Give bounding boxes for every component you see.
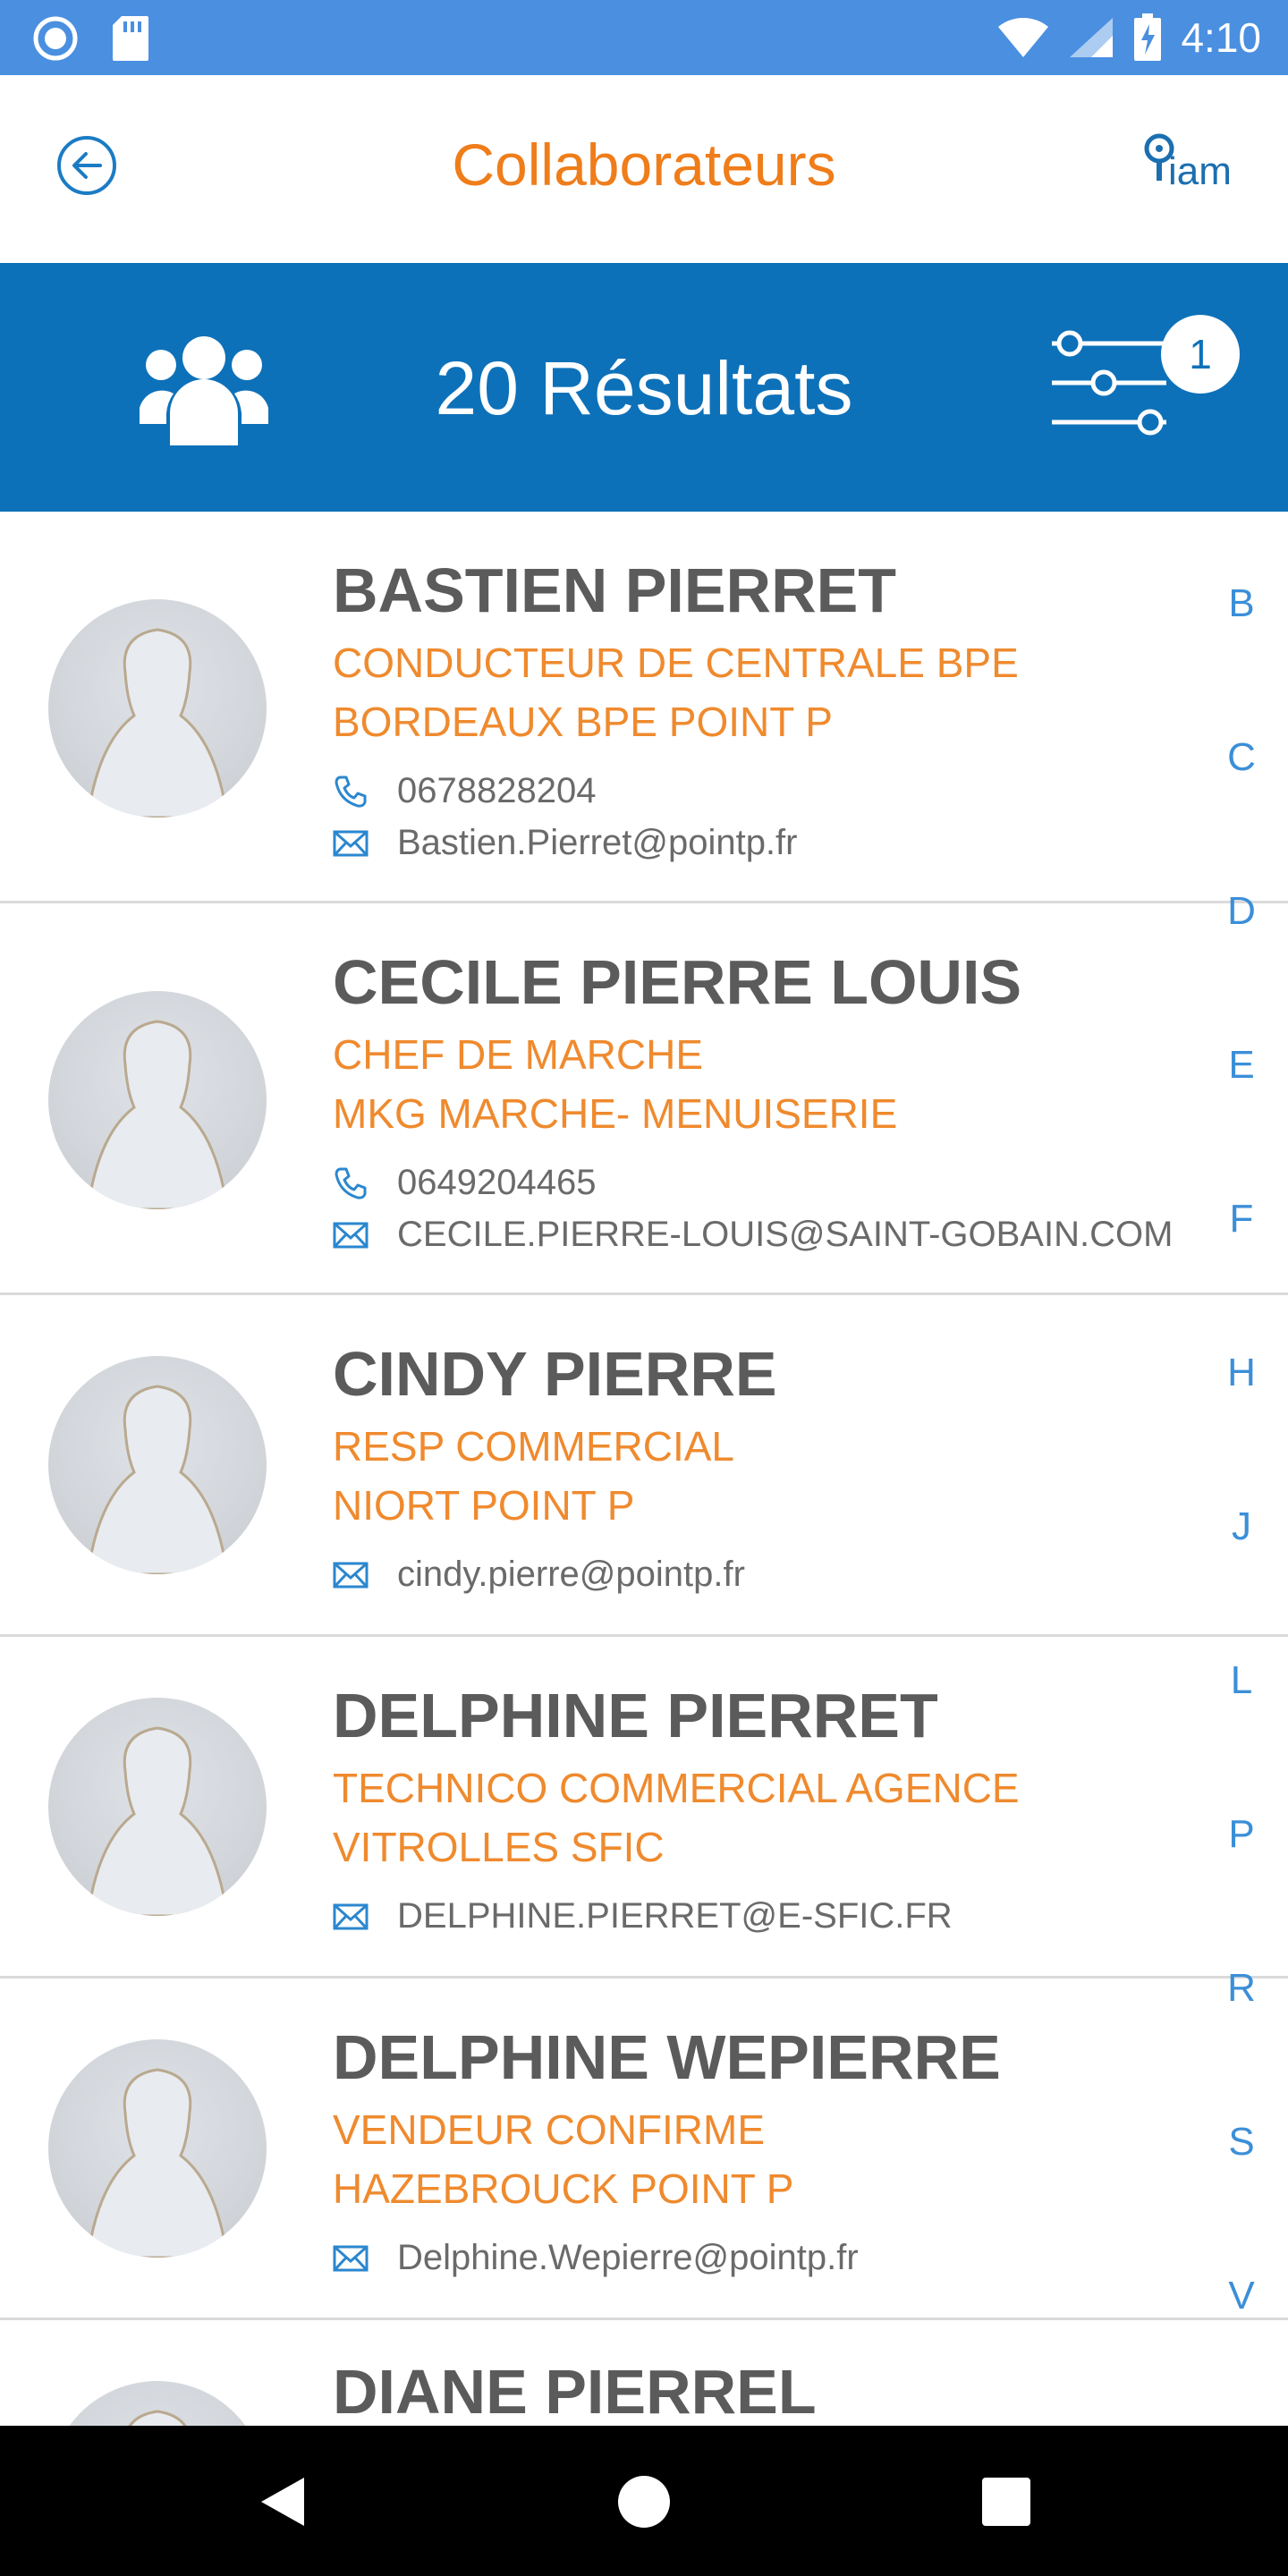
index-letter-r[interactable]: R (1208, 1966, 1275, 2011)
contact-department: MKG MARCHE- MENUISERIE (333, 1090, 898, 1137)
contact-name: CECILE PIERRE LOUIS (333, 947, 1022, 1017)
contact-role: VENDEUR CONFIRME (333, 2106, 766, 2153)
contact-role: CONDUCTEUR DE CENTRALE BPE (333, 640, 1019, 686)
mail-icon (333, 1222, 369, 1248)
index-letter-d[interactable]: D (1208, 889, 1275, 934)
system-nav-bar (0, 2426, 1288, 2576)
contact-phone[interactable]: 0649204465 (333, 1163, 596, 1203)
contact-role: TECHNICO COMMERCIAL AGENCE (333, 1765, 1020, 1811)
avatar (48, 2381, 267, 2426)
email-address: Delphine.Wepierre@pointp.fr (397, 2238, 859, 2277)
contact-email[interactable]: DELPHINE.PIERRET@E-SFIC.FR (333, 1896, 953, 1936)
avatar (48, 991, 267, 1209)
filter-count-badge: 1 (1161, 315, 1240, 394)
phone-icon (335, 775, 367, 808)
contact-name: DELPHINE PIERRET (333, 1681, 938, 1750)
email-address: CECILE.PIERRE-LOUIS@SAINT-GOBAIN.COM (397, 1215, 1174, 1254)
home-circle-icon[interactable] (613, 2470, 675, 2533)
signal-icon (1070, 18, 1114, 57)
list-item[interactable]: CINDY PIERRE RESP COMMERCIAL NIORT POINT… (0, 1295, 1288, 1637)
index-letter-v[interactable]: V (1208, 2274, 1275, 2318)
status-time: 4:10 (1181, 14, 1261, 61)
contact-department: BORDEAUX BPE POINT P (333, 699, 833, 745)
back-triangle-icon[interactable] (250, 2470, 313, 2533)
list-item[interactable]: CECILE PIERRE LOUIS CHEF DE MARCHE MKG M… (0, 903, 1288, 1295)
contact-role: RESP COMMERCIAL (333, 1423, 735, 1470)
list-item[interactable]: BASTIEN PIERRET CONDUCTEUR DE CENTRALE B… (0, 512, 1288, 903)
app-bar: Collaborateurs iam (0, 75, 1288, 263)
contact-department: VITROLLES SFIC (333, 1824, 665, 1870)
avatar (48, 2039, 267, 2258)
list-item[interactable]: DIANE PIERREL (0, 2320, 1288, 2426)
contact-name: BASTIEN PIERRET (333, 555, 897, 625)
contact-email[interactable]: CECILE.PIERRE-LOUIS@SAINT-GOBAIN.COM (333, 1215, 1173, 1255)
contact-name: DELPHINE WEPIERRE (333, 2022, 1001, 2092)
contact-phone[interactable]: 0678828204 (333, 771, 596, 811)
list-item[interactable]: DELPHINE PIERRET TECHNICO COMMERCIAL AGE… (0, 1637, 1288, 1979)
index-letter-p[interactable]: P (1208, 1812, 1275, 1857)
contact-name: CINDY PIERRE (333, 1339, 777, 1409)
phone-number: 0678828204 (397, 771, 597, 810)
sd-card-icon (113, 16, 148, 61)
contact-department: NIORT POINT P (333, 1482, 635, 1529)
iam-logo: iam (1144, 133, 1232, 193)
recents-square-icon[interactable] (975, 2470, 1038, 2533)
mail-icon (333, 1562, 369, 1588)
mail-icon (333, 2245, 369, 2271)
index-letter-l[interactable]: L (1208, 1658, 1275, 1703)
avatar (48, 599, 267, 818)
alphabet-index[interactable]: B C D E F H J L P R S V (1208, 581, 1275, 2370)
svg-text:iam: iam (1168, 149, 1232, 193)
mail-icon (333, 830, 369, 856)
record-icon (33, 16, 78, 61)
filter-sliders-icon[interactable] (1048, 326, 1166, 442)
status-bar: 4:10 (0, 0, 1288, 75)
index-letter-b[interactable]: B (1208, 581, 1275, 626)
contact-email[interactable]: Delphine.Wepierre@pointp.fr (333, 2238, 859, 2278)
contact-department: HAZEBROUCK POINT P (333, 2165, 794, 2212)
index-letter-j[interactable]: J (1208, 1504, 1275, 1549)
index-letter-f[interactable]: F (1208, 1197, 1275, 1241)
results-banner: 20 Résultats (0, 263, 1288, 512)
battery-charging-icon (1134, 13, 1162, 61)
index-letter-c[interactable]: C (1208, 735, 1275, 780)
index-letter-h[interactable]: H (1208, 1351, 1275, 1395)
contact-email[interactable]: Bastien.Pierret@pointp.fr (333, 823, 797, 863)
email-address: DELPHINE.PIERRET@E-SFIC.FR (397, 1896, 953, 1936)
phone-number: 0649204465 (397, 1163, 597, 1202)
avatar (48, 1356, 267, 1574)
phone-icon (335, 1167, 367, 1199)
contact-role: CHEF DE MARCHE (333, 1031, 704, 1078)
page-title: Collaborateurs (452, 131, 836, 198)
list-item[interactable]: DELPHINE WEPIERRE VENDEUR CONFIRME HAZEB… (0, 1979, 1288, 2320)
index-letter-e[interactable]: E (1208, 1043, 1275, 1088)
contact-email[interactable]: cindy.pierre@pointp.fr (333, 1555, 745, 1595)
email-address: Bastien.Pierret@pointp.fr (397, 823, 798, 862)
contact-name: DIANE PIERREL (333, 2357, 817, 2426)
index-letter-s[interactable]: S (1208, 2120, 1275, 2165)
wifi-icon (998, 17, 1049, 58)
email-address: cindy.pierre@pointp.fr (397, 1555, 745, 1594)
mail-icon (333, 1903, 369, 1929)
avatar (48, 1698, 267, 1916)
contact-list: BASTIEN PIERRET CONDUCTEUR DE CENTRALE B… (0, 512, 1288, 2426)
